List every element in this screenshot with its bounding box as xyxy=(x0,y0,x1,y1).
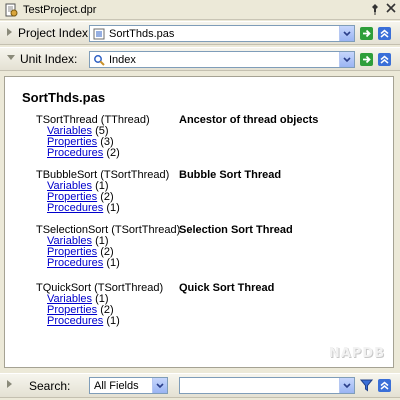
page-title: SortThds.pas xyxy=(22,90,106,105)
search-input[interactable] xyxy=(179,377,355,394)
unit-description: Bubble Sort Thread xyxy=(179,169,282,181)
list-item: Procedures (1) xyxy=(47,203,366,214)
search-field-value: All Fields xyxy=(94,379,139,392)
unit-entry: TSortThread (TThread) Ancestor of thread… xyxy=(36,114,366,159)
close-icon[interactable] xyxy=(384,3,398,17)
unit-description: Quick Sort Thread xyxy=(179,282,275,294)
content-pane: SortThds.pas TSortThread (TThread) Ances… xyxy=(4,76,394,368)
list-item: Procedures (1) xyxy=(47,258,366,269)
procedures-link[interactable]: Procedures xyxy=(47,315,103,327)
unit-index-value: Index xyxy=(109,53,136,66)
procedures-link[interactable]: Procedures xyxy=(47,257,103,269)
list-item: Procedures (1) xyxy=(47,316,366,327)
unit-description: Ancestor of thread objects xyxy=(179,114,319,126)
procedures-link[interactable]: Procedures xyxy=(47,202,103,214)
unit-entry: TBubbleSort (TSortThread) Bubble Sort Th… xyxy=(36,169,366,214)
chevron-down-icon[interactable] xyxy=(152,378,167,393)
search-label: Search: xyxy=(29,378,71,393)
chevron-down-icon[interactable] xyxy=(339,52,354,67)
unit-entry: TQuickSort (TSortThread) Quick Sort Thre… xyxy=(36,282,366,327)
pin-icon[interactable] xyxy=(368,3,382,17)
title-bar: TestProject.dpr xyxy=(0,0,400,20)
item-count: (1) xyxy=(106,202,120,214)
filter-icon[interactable] xyxy=(360,379,373,392)
expand-arrow-icon[interactable] xyxy=(6,379,14,392)
document-icon xyxy=(4,3,18,17)
chevron-down-icon[interactable] xyxy=(339,378,354,393)
unit-entry: TSelectionSort (TSortThread) Selection S… xyxy=(36,224,366,269)
project-index-value: SortThds.pas xyxy=(109,27,175,40)
item-count: (2) xyxy=(106,147,120,159)
search-field-select[interactable]: All Fields xyxy=(89,377,168,394)
file-icon xyxy=(93,28,105,40)
expand-arrow-icon[interactable] xyxy=(6,27,14,40)
unit-index-select[interactable]: Index xyxy=(89,51,355,68)
project-index-label: Project Index: xyxy=(18,26,92,40)
collapse-arrow-icon[interactable] xyxy=(6,53,16,65)
go-arrow-icon[interactable] xyxy=(360,27,373,40)
item-count: (1) xyxy=(106,315,120,327)
unit-description: Selection Sort Thread xyxy=(179,224,293,236)
window-title: TestProject.dpr xyxy=(23,3,97,16)
unit-index-label: Unit Index: xyxy=(20,52,78,66)
collapse-up-icon[interactable] xyxy=(378,379,391,392)
go-arrow-icon[interactable] xyxy=(360,53,373,66)
index-icon xyxy=(93,54,105,66)
project-index-select[interactable]: SortThds.pas xyxy=(89,25,355,42)
chevron-down-icon[interactable] xyxy=(339,26,354,41)
procedures-link[interactable]: Procedures xyxy=(47,147,103,159)
collapse-up-icon[interactable] xyxy=(378,27,391,40)
list-item: Procedures (2) xyxy=(47,148,366,159)
collapse-up-icon[interactable] xyxy=(378,53,391,66)
watermark-logo: NAPDB xyxy=(328,346,385,361)
item-count: (1) xyxy=(106,257,120,269)
